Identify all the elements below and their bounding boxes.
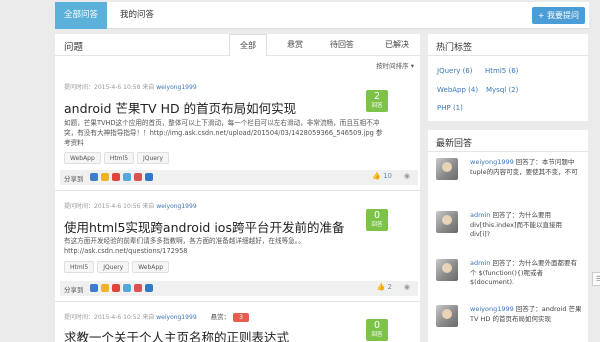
tag-link[interactable]: WebApp [64, 152, 101, 164]
divider [428, 55, 588, 56]
hot-tag-link[interactable]: Html5 (6) [485, 67, 518, 75]
question-tags: Html5 JQuery WebApp [64, 261, 172, 273]
share-renren-icon[interactable] [145, 173, 153, 181]
question-tags: WebApp Html5 JQuery [64, 152, 172, 164]
top-nav: 全部问答 我的问答 + 我要提问 [55, 2, 589, 29]
ask-question-button[interactable]: + 我要提问 [531, 7, 585, 24]
view-eye-icon[interactable]: ◉ [404, 283, 410, 291]
answer-count-badge: 0 回答 [366, 209, 388, 231]
share-weibo-icon[interactable] [112, 173, 120, 181]
latest-answers-title: 最新回答 [436, 139, 473, 149]
hot-tags-title: 热门标签 [436, 43, 473, 53]
filter-tab-solved[interactable]: 已解决 [385, 39, 409, 50]
filter-tab-bounty[interactable]: 悬赏 [287, 39, 303, 50]
divider [55, 190, 420, 191]
answer-count-badge: 2 回答 [366, 90, 388, 112]
tag-link[interactable]: WebApp [132, 261, 170, 273]
hot-tag-link[interactable]: WebApp (4) [437, 86, 478, 94]
bounty-badge: 3 [233, 313, 250, 322]
question-title[interactable]: 使用html5实现跨android ios跨平台开发前的准备 [64, 217, 344, 236]
question-excerpt: 如题，芒果TVHD这个应用的首页，整体可以上下滑动，每一个栏目可以左右滑动，非常… [64, 119, 383, 147]
tag-link[interactable]: Html5 [103, 152, 135, 164]
share-weibo-icon[interactable] [112, 284, 120, 292]
share-renren-icon[interactable] [145, 284, 153, 292]
filter-tab-all[interactable]: 全部 [229, 34, 267, 57]
hot-tag-link[interactable]: Mysql (2) [486, 86, 518, 94]
share-tencent-weibo-icon[interactable] [123, 173, 131, 181]
question-meta: 提问时间：2015-4-6 10:58 来自 weiyong1999 [64, 84, 197, 91]
share-douban-icon[interactable] [134, 173, 142, 181]
hot-tag-link[interactable]: JQuery (6) [437, 67, 473, 75]
share-qzone-icon[interactable] [101, 173, 109, 181]
question-author-link[interactable]: weiyong1999 [156, 84, 196, 91]
question-title[interactable]: 求教一个关于个人主页名称的正则表达式 [64, 327, 289, 342]
avatar[interactable] [436, 305, 458, 327]
avatar[interactable] [436, 259, 458, 281]
avatar[interactable] [436, 211, 458, 233]
answer-user-link[interactable]: admin [470, 259, 490, 267]
divider [428, 151, 588, 152]
share-tencent-weibo-icon[interactable] [123, 284, 131, 292]
like-count[interactable]: 👍 2 [377, 283, 392, 291]
answer-user-link[interactable]: weiyong1999 [470, 305, 514, 313]
view-eye-icon[interactable]: ◉ [404, 172, 410, 180]
panel-title: 问题 [64, 42, 84, 53]
tag-link[interactable]: Html5 [64, 261, 95, 273]
question-list-header: 问题 全部 悬赏 待回答 已解决 [55, 34, 420, 57]
question-meta: 提问时间：2015-4-6 10:52 来自 weiyong1999 悬赏： 3 [64, 311, 250, 322]
share-plus-icon[interactable] [90, 284, 98, 292]
answer-count-badge: 0 回答 [366, 319, 388, 341]
tag-link[interactable]: JQuery [137, 152, 170, 164]
question-excerpt: 有这方面开发经验的前辈们请多多指教啊，各方面的准备越详细越好，在线等急。。htt… [64, 237, 305, 255]
hot-tags-panel: 热门标签 JQuery (6) Html5 (6) WebApp (4) Mys… [428, 34, 588, 121]
share-qzone-icon[interactable] [101, 284, 109, 292]
like-count[interactable]: 👍 10 [372, 172, 392, 180]
latest-answers-panel: 最新回答 weiyong1999 回答了：本节问题中tuple的内容可变，要使其… [428, 130, 588, 342]
avatar[interactable] [436, 158, 458, 180]
tag-link[interactable]: JQuery [97, 261, 130, 273]
hot-tag-link[interactable]: PHP (1) [437, 104, 463, 112]
question-author-link[interactable]: weiyong1999 [156, 314, 196, 321]
answer-user-link[interactable]: weiyong1999 [470, 158, 514, 166]
sort-dropdown[interactable]: 按时间排序 ▾ [376, 60, 414, 70]
question-list-panel: 问题 全部 悬赏 待回答 已解决 按时间排序 ▾ 提问时间：2015-4-6 1… [55, 34, 420, 342]
filter-tab-unanswered[interactable]: 待回答 [330, 39, 354, 50]
share-bar: 分享到 👍 10 ◉ [60, 170, 418, 185]
divider [55, 301, 420, 302]
tab-my-questions[interactable]: 我的问答 [111, 2, 163, 29]
question-title[interactable]: android 芒果TV HD 的首页布局如何实现 [64, 98, 296, 117]
question-meta: 提问时间：2015-4-6 10:56 来自 weiyong1999 [64, 203, 197, 210]
share-douban-icon[interactable] [134, 284, 142, 292]
tab-all-questions[interactable]: 全部问答 [55, 2, 107, 29]
answer-user-link[interactable]: admin [470, 211, 490, 219]
floating-menu-icon[interactable]: ☰ [592, 272, 600, 286]
question-author-link[interactable]: weiyong1999 [156, 203, 196, 210]
share-plus-icon[interactable] [90, 173, 98, 181]
share-bar: 分享到 👍 2 ◉ [60, 281, 418, 296]
